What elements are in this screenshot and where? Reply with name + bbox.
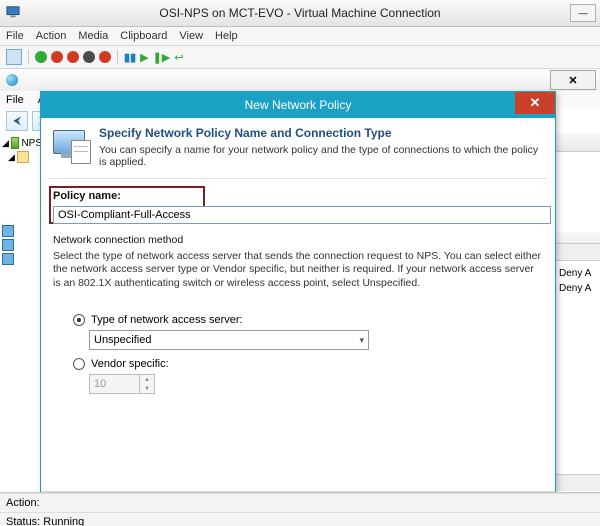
- tree-root-nps: ◢NPS: [2, 137, 42, 149]
- status-row: Status: Running: [0, 512, 600, 526]
- method-label: Network connection method: [53, 234, 543, 248]
- back-button[interactable]: ⮜: [6, 111, 28, 131]
- vm-toolbar: ▮▮ ▶ ❚▶ ↩: [0, 46, 600, 69]
- dialog-close-button[interactable]: ✕: [515, 92, 555, 114]
- save-icon[interactable]: [83, 51, 95, 63]
- cell: Deny A: [555, 266, 600, 281]
- h-scrollbar[interactable]: [555, 243, 600, 261]
- folder-icon: [17, 151, 29, 163]
- spinner-arrows: ▲▼: [139, 375, 154, 393]
- menu-media[interactable]: Media: [78, 30, 108, 42]
- menu-action[interactable]: Action: [36, 30, 67, 42]
- radio-vendor-label: Vendor specific:: [91, 358, 169, 370]
- type-select[interactable]: Unspecified ▾: [89, 330, 369, 350]
- server-manager-icon: [6, 74, 18, 86]
- policy-wizard-icon: [49, 126, 91, 166]
- dialog-subheading: You can specify a name for your network …: [99, 144, 547, 168]
- radio-vendor-row[interactable]: Vendor specific:: [73, 358, 169, 370]
- server-icon: [2, 239, 14, 251]
- dialog-header: Specify Network Policy Name and Connecti…: [49, 122, 547, 179]
- dialog-heading: Specify Network Policy Name and Connecti…: [99, 126, 547, 140]
- tree-child: ◢: [8, 151, 42, 163]
- new-network-policy-dialog: New Network Policy ✕ Specify Network Pol…: [40, 91, 556, 526]
- ctrl-alt-del-icon[interactable]: [6, 49, 22, 65]
- pause-icon[interactable]: ▮▮: [124, 51, 136, 64]
- menu-view[interactable]: View: [179, 30, 203, 42]
- radio-type-row[interactable]: Type of network access server:: [73, 314, 243, 326]
- list-pane: Access Deny A Deny A: [554, 133, 600, 491]
- tree-item: [2, 225, 42, 237]
- tree-item: [2, 253, 42, 265]
- list-header[interactable]: [555, 133, 600, 152]
- vm-menubar: File Action Media Clipboard View Help: [0, 27, 600, 46]
- action-row: Action:: [0, 493, 600, 512]
- policy-name-label: Policy name:: [53, 190, 121, 202]
- tree-item: [2, 239, 42, 251]
- minimize-button[interactable]: —: [570, 4, 596, 22]
- chevron-down-icon: ▾: [359, 335, 364, 346]
- menu-clipboard[interactable]: Clipboard: [120, 30, 167, 42]
- vendor-spinner: 10 ▲▼: [89, 374, 155, 394]
- vendor-value: 10: [94, 378, 106, 390]
- mmc-menu-file[interactable]: File: [6, 94, 24, 106]
- server-manager-titlebar: ✕: [0, 69, 600, 92]
- checkpoint-icon[interactable]: ❚▶: [153, 51, 171, 64]
- guest-desktop: ✕ File A... ⮜ ⮞ ◢NPS ◢ Access Deny A Den…: [0, 69, 600, 526]
- console-tree[interactable]: ◢NPS ◢: [0, 133, 45, 491]
- status-bar: Action: Status: Running: [0, 492, 600, 526]
- menu-help[interactable]: Help: [215, 30, 238, 42]
- nps-icon: [11, 137, 20, 149]
- shutdown-icon[interactable]: [67, 51, 79, 63]
- turnoff-icon[interactable]: [51, 51, 63, 63]
- vm-titlebar: OSI-NPS on MCT-EVO - Virtual Machine Con…: [0, 0, 600, 27]
- reset-icon[interactable]: [99, 51, 111, 63]
- method-description: Select the type of network access server…: [53, 250, 543, 291]
- start-icon[interactable]: [35, 51, 47, 63]
- vm-icon: [6, 5, 20, 19]
- radio-vendor-specific[interactable]: [73, 358, 85, 370]
- server-manager-close[interactable]: ✕: [550, 70, 596, 90]
- server-icon: [2, 253, 14, 265]
- revert-icon[interactable]: ↩: [174, 51, 183, 64]
- play-icon[interactable]: ▶: [140, 51, 148, 64]
- radio-type-server[interactable]: [73, 314, 85, 326]
- type-select-value: Unspecified: [94, 334, 151, 346]
- menu-file[interactable]: File: [6, 30, 24, 42]
- connection-method-section: Network connection method Select the typ…: [53, 234, 543, 291]
- cell: Deny A: [555, 281, 600, 296]
- vm-title: OSI-NPS on MCT-EVO - Virtual Machine Con…: [159, 6, 440, 20]
- policy-name-input[interactable]: [53, 206, 551, 224]
- dialog-title: New Network Policy: [245, 98, 352, 112]
- h-scrollbar[interactable]: [555, 474, 600, 491]
- server-icon: [2, 225, 14, 237]
- radio-type-label: Type of network access server:: [91, 314, 243, 326]
- dialog-titlebar: New Network Policy ✕: [41, 92, 555, 118]
